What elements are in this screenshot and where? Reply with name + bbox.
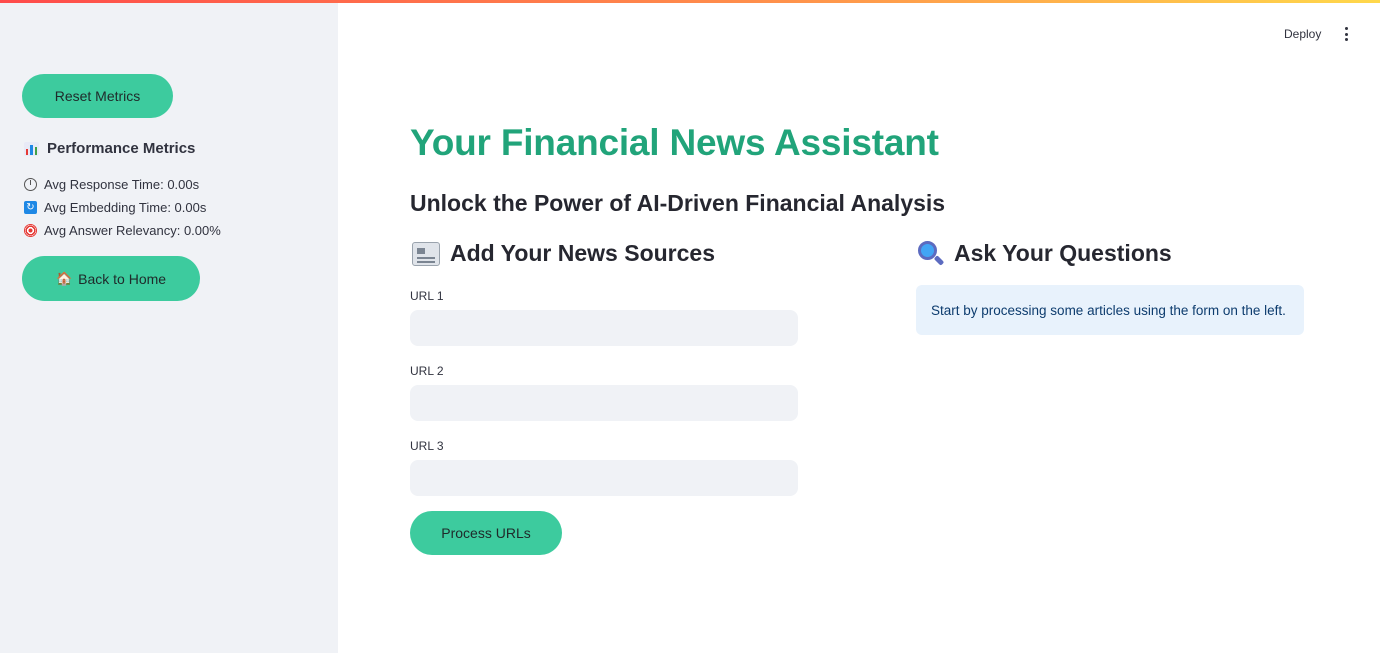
- magnifier-icon: [918, 240, 945, 267]
- sidebar: Reset Metrics Performance Metrics Avg Re…: [0, 0, 338, 653]
- url1-input[interactable]: [410, 310, 798, 346]
- url2-input[interactable]: [410, 385, 798, 421]
- ask-questions-heading: Ask Your Questions: [918, 240, 1172, 267]
- ask-questions-title: Ask Your Questions: [954, 240, 1172, 266]
- bar-chart-icon: [24, 141, 39, 156]
- metric-label: Avg Answer Relevancy: 0.00%: [44, 223, 221, 238]
- home-icon: 🏠: [55, 270, 73, 286]
- metric-response-time: Avg Response Time: 0.00s: [24, 177, 199, 192]
- url3-input[interactable]: [410, 460, 798, 496]
- metrics-heading: Performance Metrics: [24, 140, 195, 157]
- page-subtitle: Unlock the Power of AI-Driven Financial …: [410, 190, 946, 216]
- back-to-home-label: Back to Home: [78, 270, 167, 287]
- news-sources-heading: Add Your News Sources: [412, 240, 715, 267]
- back-to-home-button[interactable]: 🏠 Back to Home: [22, 256, 200, 301]
- sync-icon: ↻: [24, 201, 37, 214]
- stopwatch-icon: [24, 178, 37, 191]
- newspaper-icon: [412, 241, 440, 266]
- news-sources-title: Add Your News Sources: [450, 240, 715, 266]
- reset-metrics-button[interactable]: Reset Metrics: [22, 74, 173, 118]
- info-message-text: Start by processing some articles using …: [931, 302, 1286, 318]
- process-urls-button[interactable]: Process URLs: [410, 511, 562, 555]
- info-message: Start by processing some articles using …: [916, 285, 1304, 335]
- metric-label: Avg Embedding Time: 0.00s: [44, 200, 207, 215]
- url2-label: URL 2: [410, 364, 444, 378]
- main-menu-kebab-icon[interactable]: [1343, 27, 1349, 41]
- metric-answer-relevancy: Avg Answer Relevancy: 0.00%: [24, 223, 221, 238]
- top-decoration-bar: [0, 0, 1380, 3]
- url1-label: URL 1: [410, 289, 444, 303]
- metric-embedding-time: ↻ Avg Embedding Time: 0.00s: [24, 200, 206, 215]
- metrics-title: Performance Metrics: [47, 140, 196, 157]
- metric-label: Avg Response Time: 0.00s: [44, 177, 200, 192]
- url3-label: URL 3: [410, 439, 444, 453]
- deploy-button[interactable]: Deploy: [1284, 27, 1321, 41]
- target-icon: [24, 224, 37, 237]
- page-title: Your Financial News Assistant: [410, 122, 939, 163]
